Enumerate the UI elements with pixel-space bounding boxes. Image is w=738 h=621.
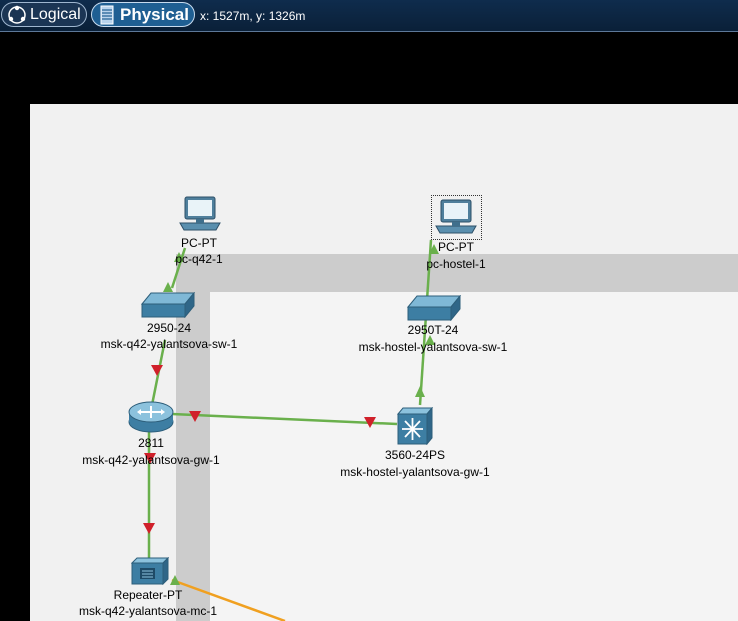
mc-q42-device[interactable] (130, 556, 170, 586)
switch-icon (406, 294, 462, 322)
link-gw-q42-gw-hostel (171, 412, 398, 426)
connection-links (143, 239, 439, 621)
gw-hostel-name-label: msk-hostel-yalantsova-gw-1 (340, 465, 490, 479)
pc-icon (179, 196, 221, 231)
repeater-icon (130, 556, 170, 586)
pc-q42-device[interactable] (178, 196, 222, 232)
gw-hostel-device[interactable] (396, 406, 434, 446)
pc-icon (435, 199, 477, 234)
router-icon (128, 401, 174, 433)
pc-hostel-name-label: pc-hostel-1 (426, 257, 486, 271)
gw-q42-name-label: msk-q42-yalantsova-gw-1 (82, 453, 220, 467)
switch-icon (140, 291, 196, 319)
sw-q42-name-label: msk-q42-yalantsova-sw-1 (100, 337, 238, 351)
link-up-marker (170, 575, 180, 585)
gw-q42-device[interactable] (127, 400, 175, 434)
multilayer-switch-icon (396, 406, 434, 446)
pc-q42-model-label: PC-PT (181, 236, 217, 250)
sw-hostel-device[interactable] (406, 294, 462, 322)
link-up-marker (415, 386, 425, 397)
sw-hostel-name-label: msk-hostel-yalantsova-sw-1 (358, 340, 508, 354)
pc-hostel-device[interactable] (434, 199, 478, 235)
gw-q42-model-label: 2811 (138, 436, 164, 450)
mc-q42-model-label: Repeater-PT (113, 588, 183, 602)
link-down-marker (189, 411, 201, 422)
sw-q42-model-label: 2950-24 (146, 321, 192, 335)
gw-hostel-model-label: 3560-24PS (384, 448, 446, 462)
link-down-marker (151, 365, 163, 376)
link-down-marker (143, 523, 155, 534)
sw-hostel-model-label: 2950T-24 (407, 323, 459, 337)
sw-q42-device[interactable] (140, 291, 196, 319)
mc-q42-name-label: msk-q42-yalantsova-mc-1 (78, 604, 218, 618)
pc-hostel-model-label: PC-PT (438, 240, 474, 254)
pc-q42-name-label: pc-q42-1 (175, 252, 223, 266)
